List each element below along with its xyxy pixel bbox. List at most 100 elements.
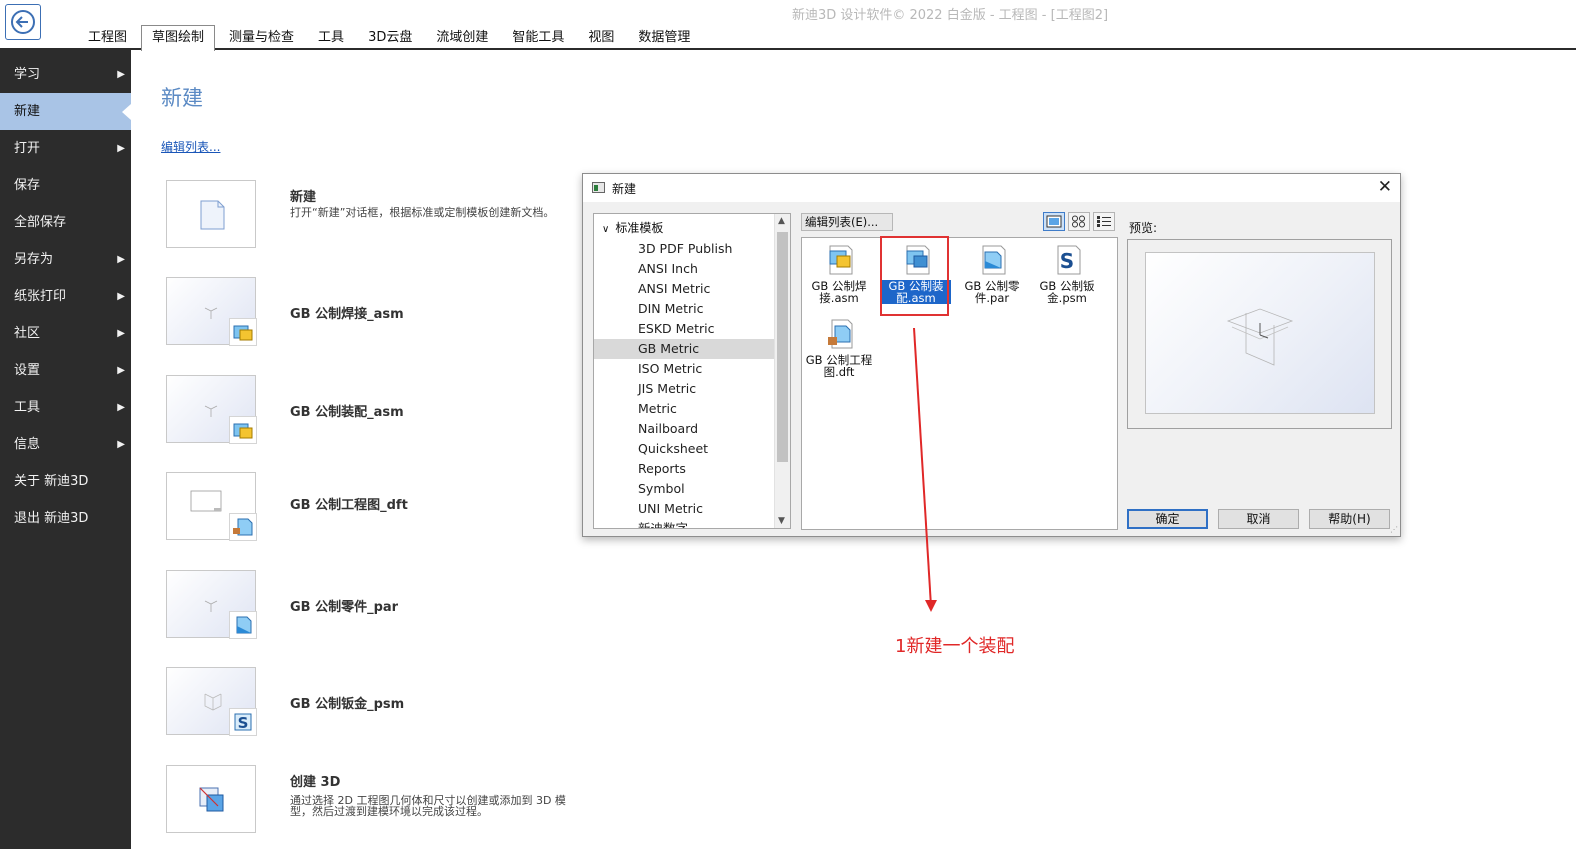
tree-item[interactable]: Quicksheet	[594, 439, 775, 459]
sidebar-item-new[interactable]: 新建	[0, 93, 131, 130]
part-icon	[982, 245, 1006, 275]
sidebar-item-settings[interactable]: 设置 ▶	[0, 352, 131, 389]
sidebar-item-tools[interactable]: 工具 ▶	[0, 389, 131, 426]
tree-root-standard-templates[interactable]: ∨ 标准模板	[602, 219, 663, 236]
sidebar-item-open[interactable]: 打开 ▶	[0, 130, 131, 167]
tree-item[interactable]: ISO Metric	[594, 359, 775, 379]
tree-scrollbar[interactable]: ▲ ▼	[774, 214, 790, 528]
create-3d-entry[interactable]: 创建 3D 通过选择 2D 工程图几何体和尺寸以创建或添加到 3D 模型，然后过…	[166, 765, 586, 833]
submenu-arrow-icon: ▶	[117, 365, 125, 376]
tree-item[interactable]: ANSI Metric	[594, 279, 775, 299]
cancel-button[interactable]: 取消	[1218, 509, 1299, 529]
tab-data-management[interactable]: 数据管理	[628, 26, 700, 50]
tree-item[interactable]: 3D PDF Publish	[594, 239, 775, 259]
tab-drawing[interactable]: 工程图	[78, 26, 137, 50]
tree-item[interactable]: UNI Metric	[594, 499, 775, 519]
tab-sketch[interactable]: 草图绘制	[141, 25, 216, 51]
template-tree: ∨ 标准模板 3D PDF Publish ANSI Inch ANSI Metr…	[593, 213, 791, 529]
tree-items: 3D PDF Publish ANSI Inch ANSI Metric DIN…	[594, 239, 775, 528]
tab-3d-cloud[interactable]: 3D云盘	[358, 26, 422, 50]
tree-item[interactable]: JIS Metric	[594, 379, 775, 399]
entry-title: 新建	[290, 190, 317, 205]
preview-image	[1145, 252, 1375, 414]
template-file-list: GB 公制焊 接.asm GB 公制装 配.asm GB 公制零 件.par S GB…	[801, 237, 1118, 530]
assembly-icon	[229, 416, 257, 444]
back-arrow-icon	[11, 10, 35, 34]
new-page: 新建 编辑列表... 新建 打开“新建”对话框，根据标准或定制模板创建新文档。 …	[131, 50, 581, 849]
ribbon-tabs: 工程图 草图绘制 测量与检查 工具 3D云盘 流域创建 智能工具 视图 数据管理	[78, 25, 704, 51]
submenu-arrow-icon: ▶	[117, 439, 125, 450]
sidebar-item-save-all[interactable]: 全部保存	[0, 204, 131, 241]
template-entry-sheet-metal-psm[interactable]: S GB 公制钣金_psm	[166, 667, 586, 736]
tree-item-selected[interactable]: GB Metric	[594, 339, 775, 359]
tree-item[interactable]: Nailboard	[594, 419, 775, 439]
view-mode-buttons	[1043, 212, 1118, 231]
dialog-window-icon	[592, 182, 605, 193]
dialog-title: 新建	[612, 182, 637, 196]
part-icon	[229, 611, 257, 639]
sidebar-item-save-as[interactable]: 另存为 ▶	[0, 241, 131, 278]
entry-title: 创建 3D	[290, 775, 341, 790]
thumbnail	[166, 375, 257, 444]
file-item-drawing-dft[interactable]: GB 公制工程 图.dft	[804, 316, 874, 388]
edit-list-button[interactable]: 编辑列表(E)...	[801, 213, 893, 231]
sidebar-item-learn[interactable]: 学习 ▶	[0, 56, 131, 93]
new-entry[interactable]: 新建 打开“新建”对话框，根据标准或定制模板创建新文档。	[166, 180, 586, 248]
svg-text:S: S	[1060, 249, 1074, 273]
help-button[interactable]: 帮助(H)	[1309, 509, 1390, 529]
tree-item[interactable]: Metric	[594, 399, 775, 419]
sidebar-item-about[interactable]: 关于 新迪3D	[0, 463, 131, 500]
template-entry-weld-asm[interactable]: GB 公制焊接_asm	[166, 277, 586, 346]
preview-frame	[1127, 239, 1392, 429]
template-entry-assembly-asm[interactable]: GB 公制装配_asm	[166, 375, 586, 444]
template-entry-drawing-dft[interactable]: GB 公制工程图_dft	[166, 472, 586, 541]
small-icons-icon	[1072, 215, 1085, 228]
sidebar-item-community[interactable]: 社区 ▶	[0, 315, 131, 352]
window-title: 新迪3D 设计软件© 2022 白金版 - 工程图 - [工程图2]	[791, 8, 1109, 23]
tree-item[interactable]: 新迪数字	[594, 519, 775, 528]
tree-item[interactable]: Reports	[594, 459, 775, 479]
scroll-down-icon[interactable]: ▼	[778, 516, 785, 526]
file-item-part-par[interactable]: GB 公制零 件.par	[957, 242, 1027, 314]
file-item-weld-asm[interactable]: GB 公制焊 接.asm	[804, 242, 874, 314]
tree-item[interactable]: ESKD Metric	[594, 319, 775, 339]
reference-planes-icon	[1226, 308, 1294, 366]
chevron-down-icon[interactable]: ∨	[602, 224, 609, 235]
submenu-arrow-icon: ▶	[117, 254, 125, 265]
entry-title: GB 公制钣金_psm	[290, 697, 405, 712]
ok-button[interactable]: 确定	[1127, 509, 1208, 529]
tab-smart-tools[interactable]: 智能工具	[502, 26, 574, 50]
tab-tools[interactable]: 工具	[308, 26, 354, 50]
preview-label: 预览:	[1129, 221, 1158, 235]
tab-basin-create[interactable]: 流域创建	[426, 26, 498, 50]
tree-item[interactable]: DIN Metric	[594, 299, 775, 319]
close-icon[interactable]: ✕	[1378, 177, 1392, 197]
file-item-sheet-metal-psm[interactable]: S GB 公制钣 金.psm	[1032, 242, 1102, 314]
large-icons-icon	[1046, 215, 1062, 228]
tree-item[interactable]: ANSI Inch	[594, 259, 775, 279]
back-button[interactable]	[5, 4, 41, 40]
submenu-arrow-icon: ▶	[117, 143, 125, 154]
weld-assembly-icon	[229, 318, 257, 346]
template-entry-part-par[interactable]: GB 公制零件_par	[166, 570, 586, 639]
thumbnail	[166, 472, 257, 541]
tab-view[interactable]: 视图	[578, 26, 624, 50]
sidebar-item-save[interactable]: 保存	[0, 167, 131, 204]
highlight-box	[880, 236, 949, 316]
edit-list-link[interactable]: 编辑列表...	[161, 138, 220, 155]
scroll-up-icon[interactable]: ▲	[778, 216, 785, 226]
list-view-button[interactable]	[1093, 212, 1115, 231]
thumbnail	[166, 765, 256, 833]
entry-title: GB 公制零件_par	[290, 600, 399, 615]
tab-measure-inspect[interactable]: 测量与检查	[219, 26, 304, 50]
small-icons-view-button[interactable]	[1068, 212, 1090, 231]
thumbnail: S	[166, 667, 257, 736]
resize-grip-icon[interactable]: ⋰	[1390, 525, 1398, 534]
sidebar-item-print[interactable]: 纸张打印 ▶	[0, 278, 131, 315]
new-dialog: 新建 ✕ ∨ 标准模板 3D PDF Publish ANSI Inch ANSI…	[582, 173, 1401, 537]
sidebar-item-exit[interactable]: 退出 新迪3D	[0, 500, 131, 537]
sidebar-item-info[interactable]: 信息 ▶	[0, 426, 131, 463]
tree-item[interactable]: Symbol	[594, 479, 775, 499]
large-icons-view-button[interactable]	[1043, 212, 1065, 231]
scroll-thumb[interactable]	[777, 232, 788, 462]
